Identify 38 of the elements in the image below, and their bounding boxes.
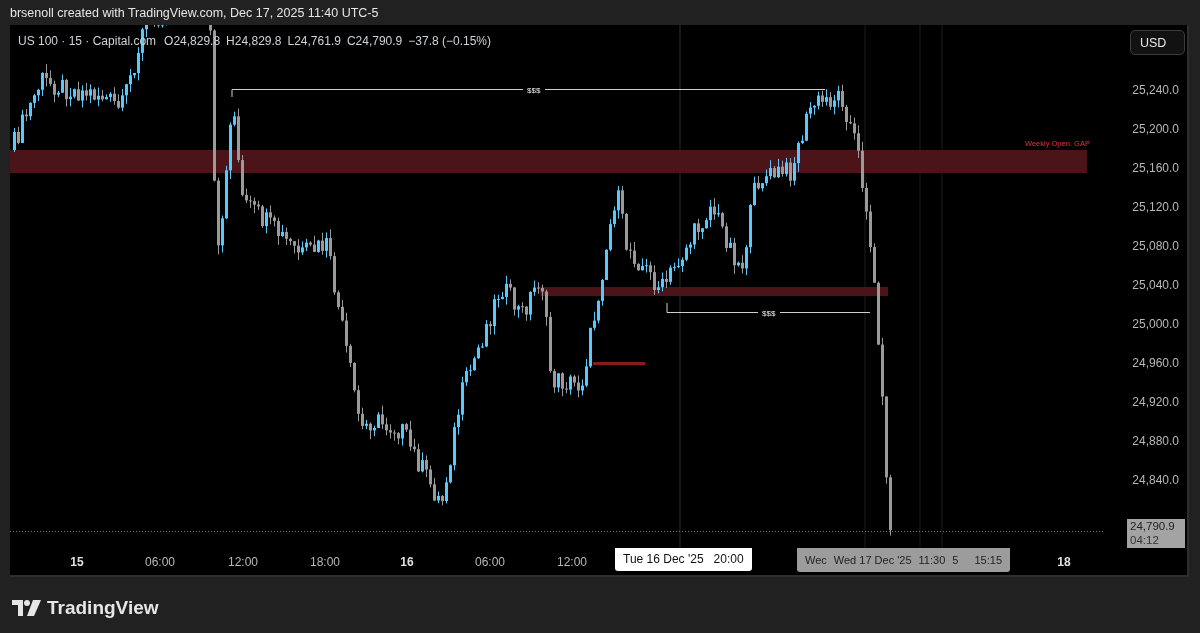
- ohlc-value: L24,761.9: [287, 34, 341, 48]
- price-label: 25,080.0: [1132, 239, 1179, 253]
- logo-wordmark: TradingView: [47, 597, 159, 619]
- last-price: 24,790.9: [1130, 519, 1176, 533]
- time-label: 18: [1057, 555, 1071, 569]
- date-label: Wed 17 Dec '25: [833, 554, 912, 566]
- price-label: 24,920.0: [1132, 395, 1179, 409]
- price-label: 25,120.0: [1132, 200, 1179, 214]
- time-label: 15: [70, 555, 84, 569]
- price-label: 24,960.0: [1132, 356, 1179, 370]
- level-line: [593, 362, 645, 365]
- ohlc-value: C24,790.9: [346, 34, 403, 48]
- tradingview-logo-icon: [12, 600, 41, 616]
- date-label: 15:15: [974, 554, 1002, 566]
- chart-caption: brsenoll created with TradingView.com, Dec 17, 2025 11:40 UTC-5: [10, 5, 379, 20]
- price-label: 24,880.0: [1132, 434, 1179, 448]
- time-label: 16: [400, 555, 414, 569]
- price-label: 25,160.0: [1132, 161, 1179, 175]
- price-label: 25,240.0: [1132, 83, 1179, 97]
- price-label: 25,040.0: [1132, 278, 1179, 292]
- price-label: 25,000.0: [1132, 317, 1179, 331]
- time-label: 12:00: [228, 555, 258, 569]
- date-label: 5: [952, 554, 959, 566]
- countdown-timer: 04:12: [1130, 533, 1160, 547]
- time-label: 06:00: [145, 555, 175, 569]
- price-label: 25,200.0: [1132, 122, 1179, 136]
- date-label: 11:30: [918, 554, 946, 566]
- date-label: Wec: [805, 554, 827, 566]
- price-label: 24,840.0: [1132, 473, 1179, 487]
- crosshair-time-label: Tue 16 Dec '25 20:00: [615, 548, 752, 571]
- liquidity-label: $$$: [762, 308, 776, 318]
- ohlc-value: H24,829.8: [226, 34, 282, 48]
- currency-button[interactable]: USD: [1130, 30, 1185, 55]
- liquidity-label: $$$: [527, 85, 541, 95]
- time-label: 18:00: [310, 555, 340, 569]
- time-label: 06:00: [475, 555, 505, 569]
- price-change: −37.8 (−0.15%): [408, 34, 491, 48]
- time-label: 12:00: [557, 555, 587, 569]
